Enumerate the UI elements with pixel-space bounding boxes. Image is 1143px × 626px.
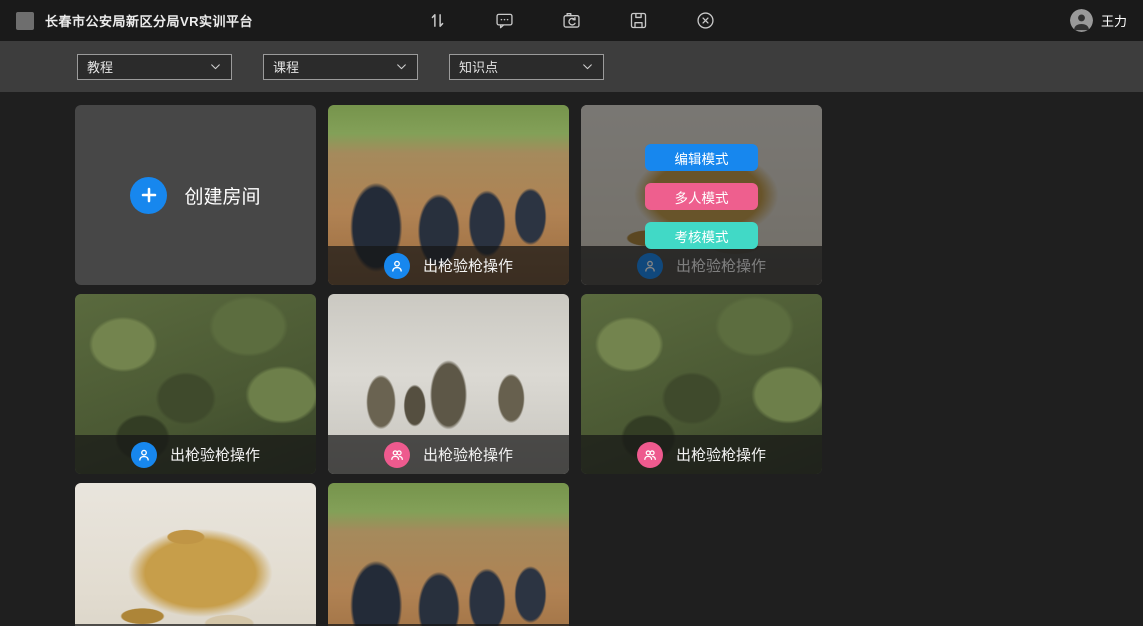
room-card[interactable]: 出枪验枪操作 (75, 294, 316, 474)
tutorial-select-value: 教程 (87, 57, 113, 76)
chevron-down-icon (581, 60, 594, 73)
toolbar (426, 0, 718, 41)
app-logo (16, 12, 34, 30)
chevron-down-icon (395, 60, 408, 73)
room-card-caption: 出枪验枪操作 (581, 435, 822, 474)
save-icon[interactable] (627, 9, 651, 33)
room-card[interactable]: 出枪验枪操作 (328, 483, 569, 626)
create-room-button[interactable]: 创建房间 (75, 105, 316, 285)
create-room-label: 创建房间 (184, 182, 260, 209)
top-bar: 长春市公安局新区分局VR实训平台 王力 (0, 0, 1143, 41)
single-user-icon (384, 253, 410, 279)
mode-overlay: 编辑模式 多人模式 考核模式 (581, 105, 822, 285)
camera-refresh-icon[interactable] (560, 9, 584, 33)
message-icon[interactable] (493, 9, 517, 33)
course-select-value: 课程 (273, 57, 299, 76)
close-circle-icon[interactable] (694, 9, 718, 33)
room-card[interactable]: 出枪验枪操作 (328, 294, 569, 474)
app-title: 长春市公安局新区分局VR实训平台 (45, 11, 253, 30)
sort-icon[interactable] (426, 9, 450, 33)
room-card[interactable]: 出枪验枪操作 (75, 483, 316, 626)
room-card-caption: 出枪验枪操作 (75, 435, 316, 474)
room-card-caption: 出枪验枪操作 (328, 246, 569, 285)
room-card-photo (75, 483, 316, 626)
filter-bar: 教程 课程 知识点 (0, 41, 1143, 92)
tutorial-select[interactable]: 教程 (77, 54, 232, 80)
course-select[interactable]: 课程 (263, 54, 418, 80)
group-users-icon (637, 442, 663, 468)
user-avatar-icon (1070, 9, 1093, 32)
room-card-title: 出枪验枪操作 (423, 444, 513, 465)
user-name: 王力 (1101, 11, 1127, 30)
knowledge-point-select-value: 知识点 (459, 57, 498, 76)
room-card-photo (328, 483, 569, 626)
room-card-title: 出枪验枪操作 (170, 444, 260, 465)
user-menu[interactable]: 王力 (1070, 9, 1127, 32)
plus-icon (130, 177, 167, 214)
room-grid: 创建房间 出枪验枪操作 出枪验枪操作 编辑模式 多人模式 考核模式 (0, 92, 1030, 626)
main-content: 创建房间 出枪验枪操作 出枪验枪操作 编辑模式 多人模式 考核模式 (0, 92, 1143, 626)
assessment-mode-button[interactable]: 考核模式 (645, 222, 758, 249)
edit-mode-button[interactable]: 编辑模式 (645, 144, 758, 171)
knowledge-point-select[interactable]: 知识点 (449, 54, 604, 80)
group-users-icon (384, 442, 410, 468)
multiplayer-mode-button[interactable]: 多人模式 (645, 183, 758, 210)
chevron-down-icon (209, 60, 222, 73)
room-card[interactable]: 出枪验枪操作 (328, 105, 569, 285)
room-card-hovered[interactable]: 出枪验枪操作 编辑模式 多人模式 考核模式 (581, 105, 822, 285)
room-card[interactable]: 出枪验枪操作 (581, 294, 822, 474)
single-user-icon (131, 442, 157, 468)
room-card-title: 出枪验枪操作 (423, 255, 513, 276)
room-card-title: 出枪验枪操作 (676, 444, 766, 465)
room-card-caption: 出枪验枪操作 (328, 435, 569, 474)
